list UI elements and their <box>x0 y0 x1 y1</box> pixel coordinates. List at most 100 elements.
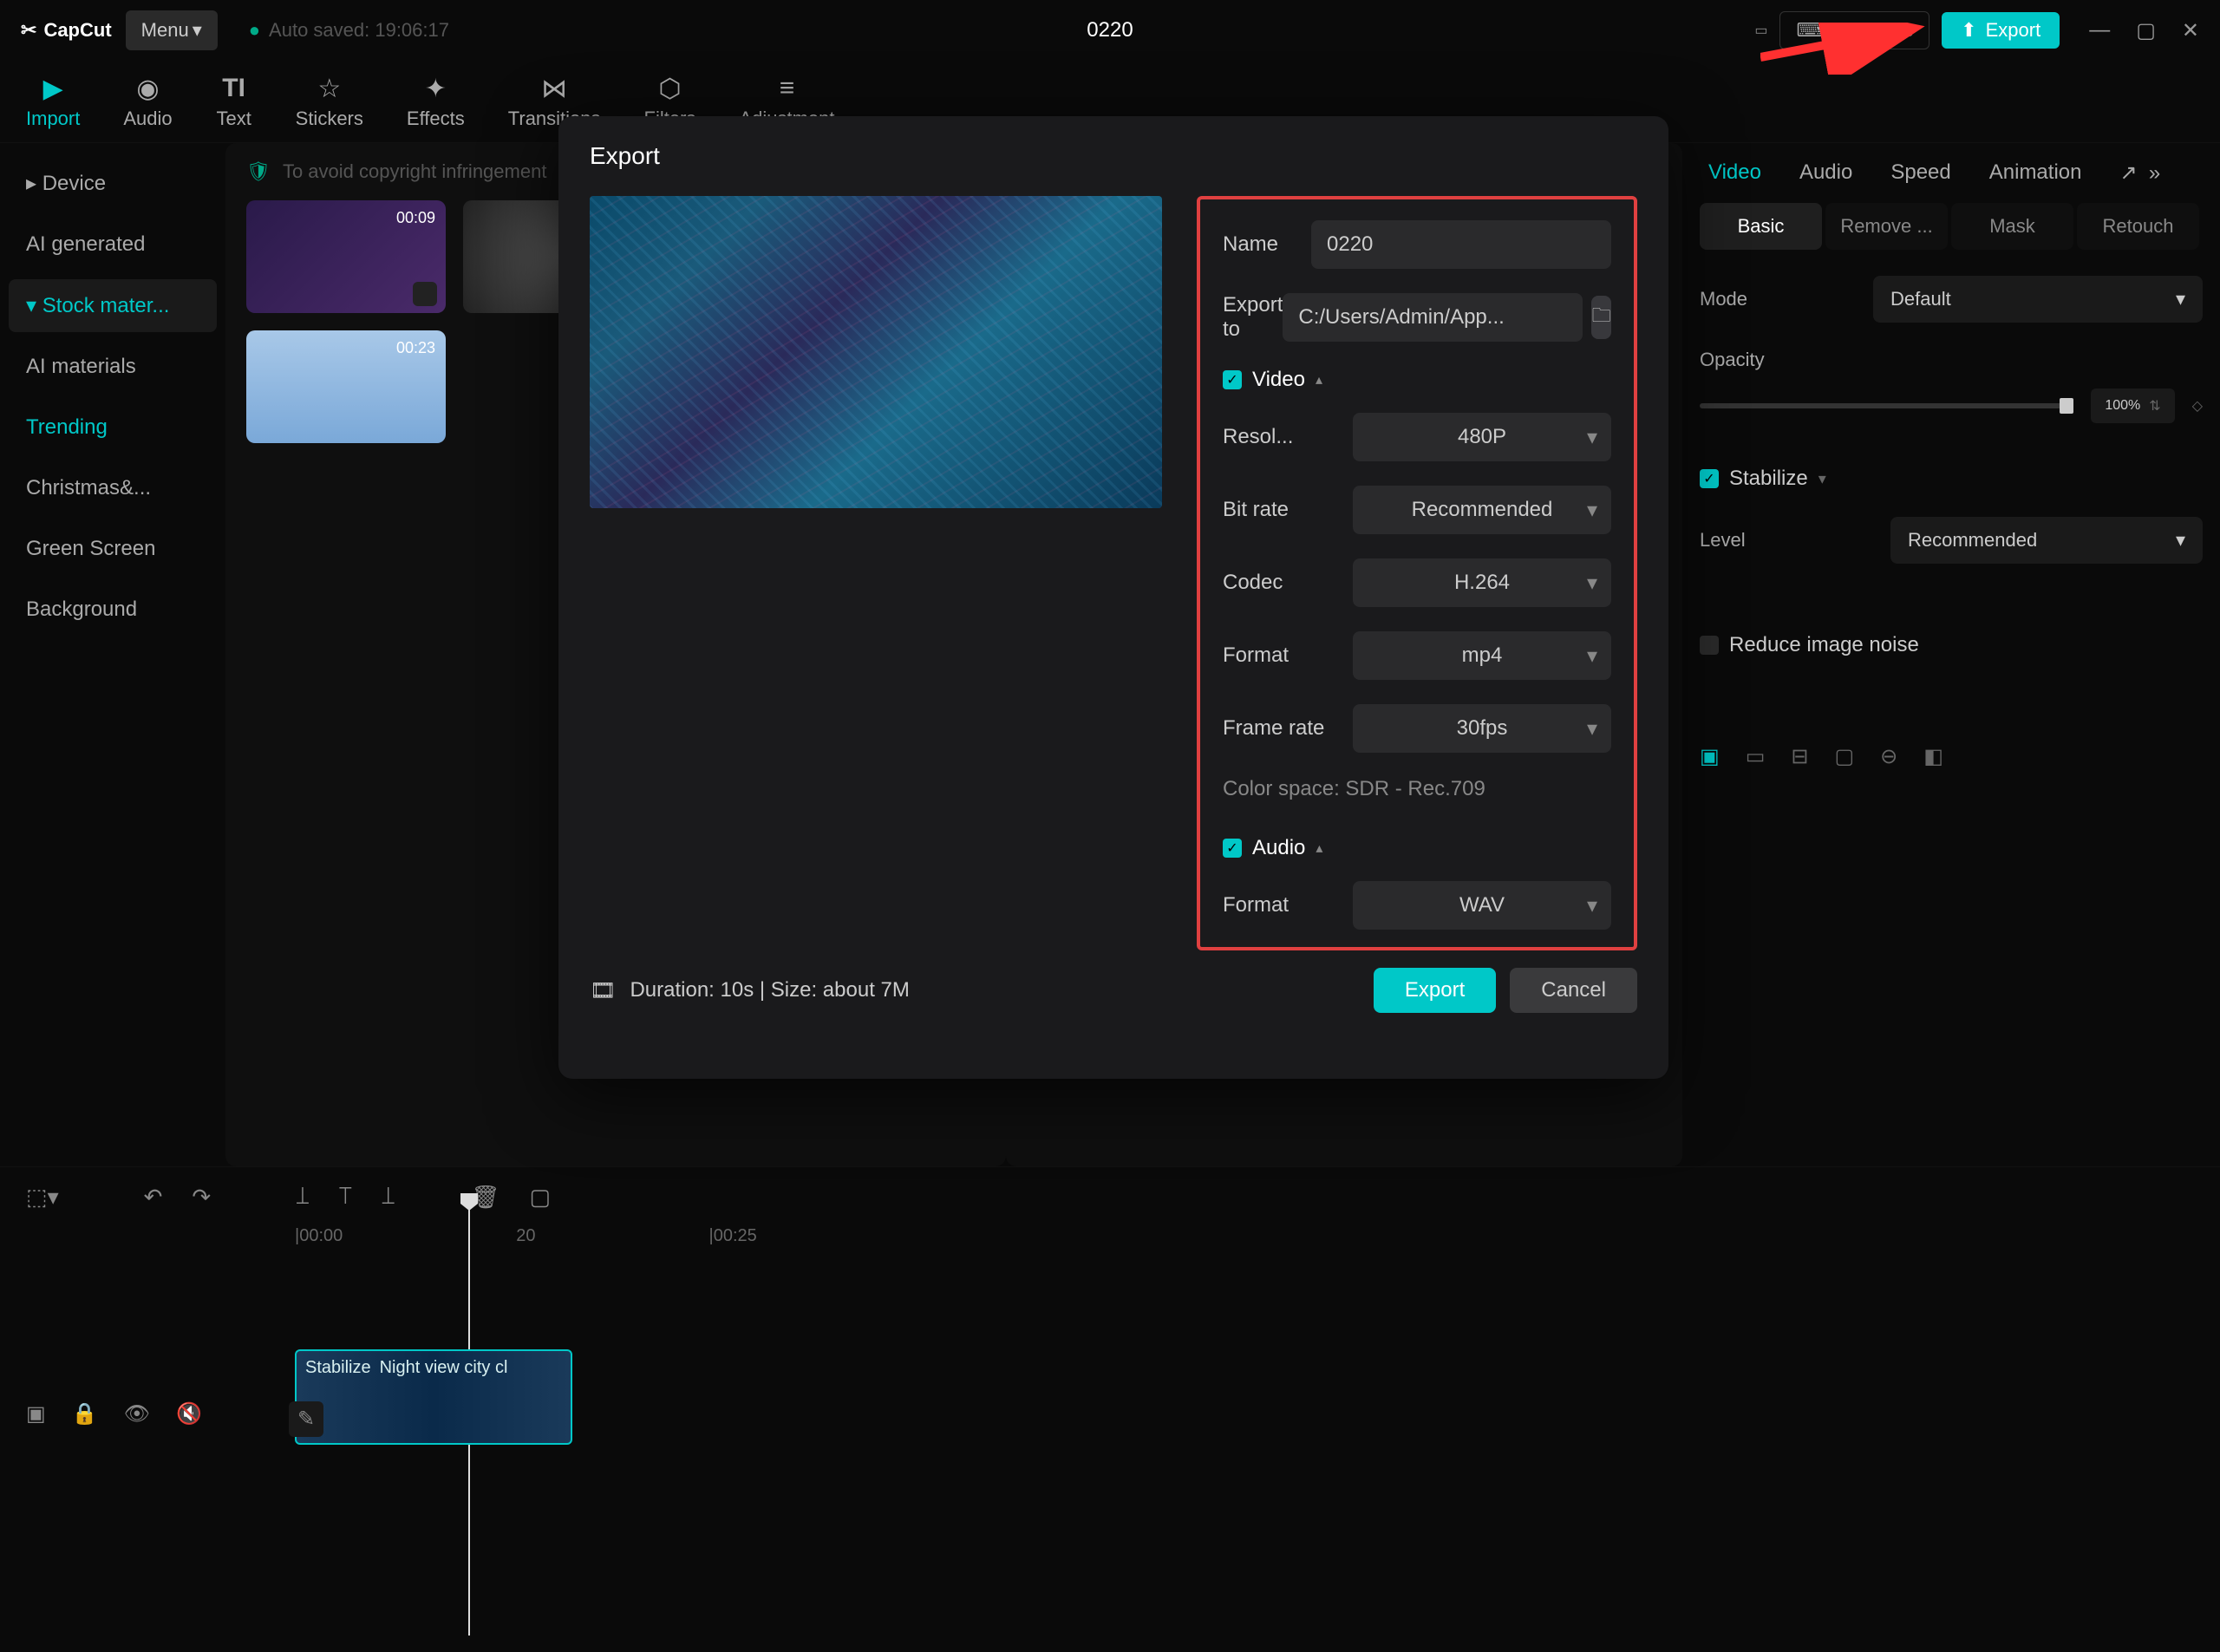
subtab-retouch[interactable]: Retouch <box>2077 203 2199 250</box>
eye-icon[interactable]: 👁 <box>124 1401 150 1437</box>
inspector-tab-more[interactable]: ↗ » <box>2119 160 2160 186</box>
tool-icon[interactable]: ▭ <box>1746 744 1766 769</box>
chevron-down-icon: ▾ <box>193 19 202 42</box>
fps-label: Frame rate <box>1223 716 1353 741</box>
audio-section-header[interactable]: ✓ Audio ▴ <box>1223 836 1611 860</box>
sidebar-item-stock[interactable]: ▾ Stock mater... <box>9 279 217 332</box>
timeline-clip[interactable]: Stabilize Night view city cl <box>295 1349 572 1445</box>
bitrate-label: Bit rate <box>1223 498 1353 522</box>
browse-button[interactable]: 🗀 <box>1591 296 1611 339</box>
close-icon[interactable]: ✕ <box>2182 18 2199 43</box>
format-label: Format <box>1223 643 1353 668</box>
trim-right-icon[interactable]: ⟘ <box>382 1183 395 1211</box>
tool-tab-text[interactable]: TIText <box>216 73 252 130</box>
audio-format-select[interactable]: WAV <box>1353 881 1611 930</box>
download-icon[interactable] <box>413 282 437 306</box>
mute-icon[interactable]: 🔇 <box>176 1401 202 1437</box>
tool-icon[interactable]: ▢ <box>1834 744 1854 769</box>
logo-icon: ✂ <box>21 19 36 42</box>
timeline-ruler[interactable]: |00:00 20 |00:25 <box>0 1226 2220 1246</box>
effects-icon: ✦ <box>417 73 454 104</box>
undo-icon[interactable]: ↶ <box>144 1184 163 1211</box>
stickers-icon: ☆ <box>311 73 348 104</box>
inspector: Video Audio Speed Animation ↗ » Basic Re… <box>1682 143 2220 1166</box>
sidebar-item-ai-generated[interactable]: AI generated <box>9 219 217 271</box>
inspector-tab-animation[interactable]: Animation <box>1989 160 2082 186</box>
tool-icon[interactable]: ▣ <box>1700 744 1720 769</box>
clip-name: Night view city cl <box>380 1358 508 1378</box>
crop-icon[interactable]: ▢ <box>529 1184 551 1211</box>
menu-button[interactable]: Menu▾ <box>126 10 218 50</box>
subtab-mask[interactable]: Mask <box>1951 203 2073 250</box>
resolution-select[interactable]: 480P <box>1353 413 1611 461</box>
export-preview <box>590 196 1162 508</box>
path-label: Export to <box>1223 293 1283 342</box>
path-input[interactable] <box>1283 293 1583 342</box>
film-icon: 🎞 <box>590 978 616 1003</box>
subtab-basic[interactable]: Basic <box>1700 203 1822 250</box>
adjustment-icon: ≡ <box>768 73 805 104</box>
duration-info: 🎞 Duration: 10s | Size: about 7M <box>590 978 910 1003</box>
tool-tab-stickers[interactable]: ☆Stickers <box>296 73 363 130</box>
export-button[interactable]: ⬆ Export <box>1942 12 2060 49</box>
opacity-value[interactable]: 100%⇅ <box>2091 389 2174 423</box>
name-label: Name <box>1223 232 1311 257</box>
text-icon: TI <box>216 73 252 104</box>
tool-tab-audio[interactable]: ◉Audio <box>123 73 172 130</box>
subtab-remove[interactable]: Remove ... <box>1825 203 1948 250</box>
name-input[interactable] <box>1311 220 1611 269</box>
reduce-noise-toggle[interactable]: Reduce image noise <box>1700 633 2203 657</box>
mode-select[interactable]: Default▾ <box>1873 276 2203 323</box>
shield-icon: 🛡 <box>246 160 271 183</box>
bitrate-select[interactable]: Recommended <box>1353 486 1611 534</box>
tool-tab-effects[interactable]: ✦Effects <box>407 73 465 130</box>
codec-label: Codec <box>1223 571 1353 595</box>
dialog-title: Export <box>590 142 1637 170</box>
inspector-tab-video[interactable]: Video <box>1708 160 1761 186</box>
export-dialog: Export Name Export to 🗀 ✓ Video ▴ Resol.… <box>558 116 1668 1079</box>
sidebar-item-christmas[interactable]: Christmas&... <box>9 462 217 514</box>
tool-icon[interactable]: ◧ <box>1923 744 1943 769</box>
sidebar-item-ai-materials[interactable]: AI materials <box>9 341 217 393</box>
sidebar-item-background[interactable]: Background <box>9 584 217 636</box>
filters-icon: ⬡ <box>651 73 688 104</box>
redo-icon[interactable]: ↷ <box>192 1184 211 1211</box>
trim-left-icon[interactable]: ⟙ <box>339 1183 352 1211</box>
import-icon: ▶ <box>35 73 71 104</box>
mode-label: Mode <box>1700 288 1747 310</box>
stabilize-toggle[interactable]: ✓ Stabilize ▾ <box>1700 467 2203 491</box>
audio-icon: ◉ <box>130 73 166 104</box>
inspector-tab-speed[interactable]: Speed <box>1890 160 1950 186</box>
media-thumb[interactable]: 00:09 <box>246 200 446 313</box>
tool-tab-import[interactable]: ▶Import <box>26 73 80 130</box>
minimize-icon[interactable]: — <box>2089 18 2110 43</box>
video-section-header[interactable]: ✓ Video ▴ <box>1223 368 1611 392</box>
opacity-slider[interactable] <box>1700 403 2073 408</box>
chevron-up-icon: ▴ <box>1316 371 1322 389</box>
maximize-icon[interactable]: ▢ <box>2136 18 2156 43</box>
resolution-label: Resol... <box>1223 425 1353 449</box>
split-icon[interactable]: ⟘ <box>296 1183 309 1211</box>
clip-badge: Stabilize <box>305 1358 371 1378</box>
sidebar-item-device[interactable]: ▸ Device <box>9 157 217 210</box>
pen-icon[interactable]: ✎ <box>289 1401 323 1437</box>
export-confirm-button[interactable]: Export <box>1374 968 1496 1013</box>
tool-icon[interactable]: ⊟ <box>1791 744 1808 769</box>
lock-icon[interactable]: 🔒 <box>72 1401 98 1437</box>
keyframe-icon[interactable]: ◇ <box>2192 397 2203 415</box>
fps-select[interactable]: 30fps <box>1353 704 1611 753</box>
sidebar-item-green-screen[interactable]: Green Screen <box>9 523 217 575</box>
tool-icon[interactable]: ⊖ <box>1880 744 1897 769</box>
level-select[interactable]: Recommended▾ <box>1890 517 2203 564</box>
checkbox-on-icon: ✓ <box>1223 370 1242 389</box>
select-tool-icon[interactable]: ⬚▾ <box>26 1184 59 1211</box>
format-select[interactable]: mp4 <box>1353 631 1611 680</box>
cancel-button[interactable]: Cancel <box>1510 968 1637 1013</box>
sidebar-item-trending[interactable]: Trending <box>9 402 217 454</box>
codec-select[interactable]: H.264 <box>1353 558 1611 607</box>
lock-icon[interactable]: ▣ <box>26 1401 46 1437</box>
inspector-tab-audio[interactable]: Audio <box>1799 160 1852 186</box>
media-thumb[interactable]: 00:23 <box>246 330 446 443</box>
folder-icon: 🗀 <box>1592 301 1611 334</box>
autosave-status: ● Auto saved: 19:06:17 <box>249 19 449 42</box>
